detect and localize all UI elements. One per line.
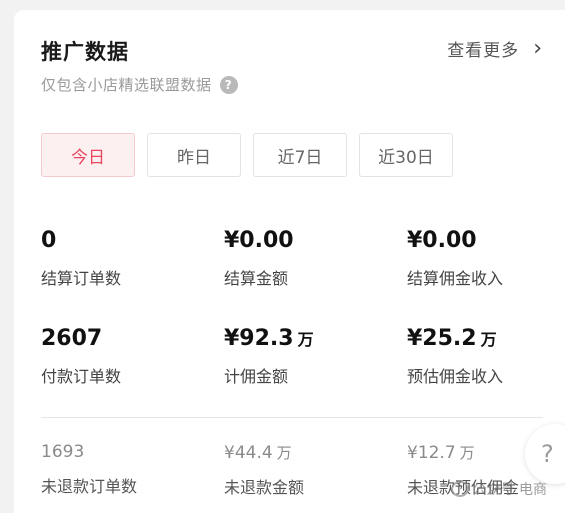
metric-label: 计佣金额 xyxy=(224,367,289,386)
metric-label: 结算订单数 xyxy=(41,269,122,288)
metric-label: 未退款金额 xyxy=(224,478,305,497)
metric-label: 预估佣金收入 xyxy=(407,367,504,386)
metric-settled-amount: ¥0.00 结算金额 xyxy=(224,228,294,289)
metric-value: 0 xyxy=(41,228,57,253)
metric-unit: 万 xyxy=(480,330,497,349)
metric-value-row: ¥12.7 万 xyxy=(407,442,519,463)
watermark: 公众号 电商 xyxy=(450,479,547,499)
watermark-text: 公众号 电商 xyxy=(472,482,547,498)
metric-unit: 万 xyxy=(276,444,292,462)
metric-value-row: ¥25.2 万 xyxy=(407,326,503,351)
promotion-data-card: 推广数据 查看更多 › 仅包含小店精选联盟数据 ? 今日 昨日 近7日 近30日… xyxy=(14,10,565,513)
metrics-grid: 0 结算订单数 ¥0.00 结算金额 ¥0.00 结算佣金收入 2607 付款订… xyxy=(14,10,565,513)
metric-value: 2607 xyxy=(41,326,103,351)
metric-label: 结算金额 xyxy=(224,269,289,288)
metric-settled-orders: 0 结算订单数 xyxy=(41,228,121,289)
section-divider xyxy=(41,417,543,418)
metric-value: ¥25.2 xyxy=(407,326,477,351)
metric-value: ¥0.00 xyxy=(407,228,477,253)
metric-value: ¥44.4 xyxy=(224,443,273,463)
question-icon: ? xyxy=(541,440,554,468)
wechat-icon xyxy=(450,481,469,497)
metric-label: 未退款订单数 xyxy=(41,477,138,496)
metric-commission-amount: ¥92.3 万 计佣金额 xyxy=(224,326,314,387)
metric-estimated-commission: ¥25.2 万 预估佣金收入 xyxy=(407,326,503,387)
metric-unit: 万 xyxy=(297,330,314,349)
metric-label: 付款订单数 xyxy=(41,367,122,386)
metric-label: 结算佣金收入 xyxy=(407,269,504,288)
metric-paid-orders: 2607 付款订单数 xyxy=(41,326,121,387)
metric-value-row: ¥44.4 万 xyxy=(224,442,304,463)
metric-value: 1693 xyxy=(41,442,85,462)
metric-non-refund-amount: ¥44.4 万 未退款金额 xyxy=(224,442,304,498)
metric-value: ¥12.7 xyxy=(407,443,456,463)
metric-unit: 万 xyxy=(459,444,475,462)
metric-settled-commission: ¥0.00 结算佣金收入 xyxy=(407,228,503,289)
metric-non-refund-orders: 1693 未退款订单数 xyxy=(41,442,137,497)
metric-value-row: ¥92.3 万 xyxy=(224,326,314,351)
metric-value: ¥0.00 xyxy=(224,228,294,253)
metric-value: ¥92.3 xyxy=(224,326,294,351)
